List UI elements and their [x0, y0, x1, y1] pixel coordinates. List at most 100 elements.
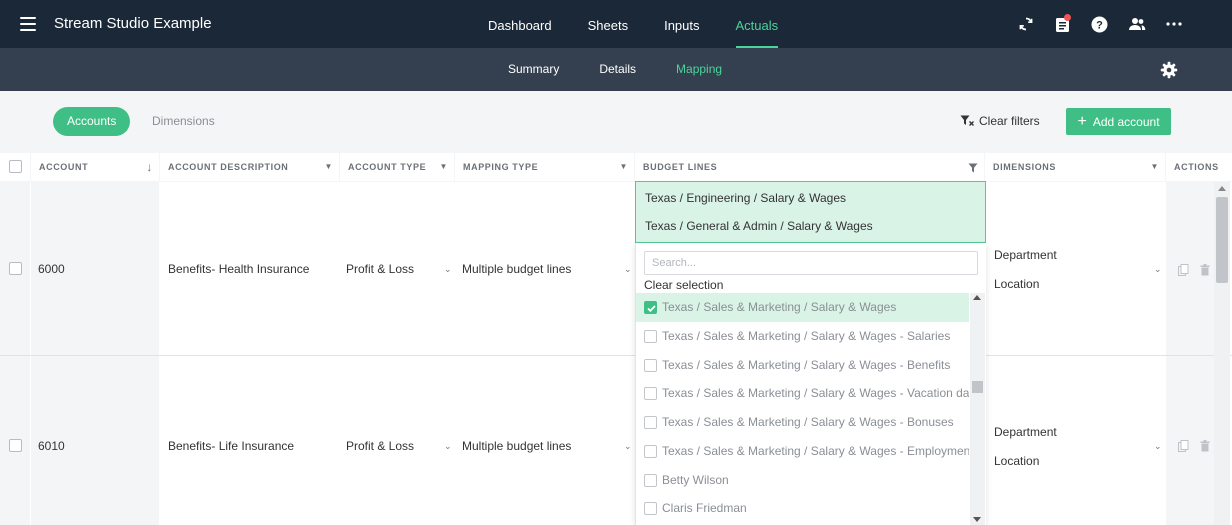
option-checkbox[interactable] — [644, 359, 657, 372]
account-type-select[interactable]: Profit & Loss — [346, 262, 414, 276]
chevron-down-icon[interactable]: ⌄ — [624, 441, 632, 452]
notes-icon[interactable] — [1044, 12, 1081, 36]
help-icon[interactable]: ? — [1081, 12, 1118, 36]
notification-badge — [1064, 14, 1071, 21]
copy-icon[interactable] — [1178, 440, 1189, 452]
row-checkbox[interactable] — [9, 439, 22, 452]
selected-budget-line: Texas / Engineering / Salary & Wages — [645, 191, 846, 205]
dropdown-scrollbar[interactable] — [970, 293, 985, 525]
users-icon[interactable] — [1118, 12, 1155, 36]
option-label: Texas / Sales & Marketing / Salary & Wag… — [662, 386, 969, 400]
clear-selection-link[interactable]: Clear selection — [644, 278, 723, 292]
table-row: 6010 Benefits- Life Insurance Profit & L… — [0, 356, 1232, 525]
nav-sheets[interactable]: Sheets — [570, 0, 646, 48]
budget-option[interactable]: Texas / Sales & Marketing / Salary & Wag… — [636, 408, 969, 437]
subnav-details[interactable]: Details — [579, 48, 656, 91]
hamburger-menu-icon[interactable] — [20, 17, 36, 31]
option-checkbox[interactable] — [644, 416, 657, 429]
budget-option[interactable]: Claris Friedman — [636, 494, 969, 523]
mapping-type-select[interactable]: Multiple budget lines — [462, 262, 571, 276]
budget-option[interactable]: Texas / Sales & Marketing / Salary & Wag… — [636, 379, 969, 408]
budget-option[interactable]: Texas / Sales & Marketing / Salary & Wag… — [636, 322, 969, 351]
budget-search-input[interactable] — [644, 251, 978, 275]
header-budget-lines[interactable]: BUDGET LINES — [635, 153, 984, 181]
option-label: Texas / Sales & Marketing / Salary & Wag… — [662, 415, 954, 429]
chevron-down-icon[interactable]: ▼ — [619, 153, 628, 181]
mapping-type-select[interactable]: Multiple budget lines — [462, 439, 571, 453]
chevron-down-icon[interactable]: ⌄ — [444, 441, 452, 452]
chevron-down-icon[interactable]: ⌄ — [1154, 264, 1162, 275]
budget-option[interactable]: Texas / Sales & Marketing / Salary & Wag… — [636, 351, 969, 380]
option-label: Claris Friedman — [662, 501, 747, 515]
scroll-up-arrow-icon[interactable] — [973, 295, 981, 300]
header-account-type[interactable]: ACCOUNT TYPE ▼ — [340, 153, 454, 181]
option-checkbox[interactable] — [644, 330, 657, 343]
option-checkbox[interactable] — [644, 387, 657, 400]
tab-dimensions[interactable]: Dimensions — [138, 107, 229, 136]
option-label: Texas / Sales & Marketing / Salary & Wag… — [662, 329, 951, 343]
sync-icon[interactable] — [1007, 12, 1044, 36]
chevron-down-icon[interactable]: ⌄ — [444, 264, 452, 275]
select-all-checkbox[interactable] — [9, 160, 22, 173]
dimension-location: Location — [994, 454, 1040, 468]
dimension-location: Location — [994, 277, 1040, 291]
chevron-down-icon[interactable]: ⌄ — [624, 264, 632, 275]
option-checkbox[interactable] — [644, 301, 657, 314]
header-select-cell — [0, 153, 30, 181]
chevron-down-icon[interactable]: ▼ — [439, 153, 448, 181]
add-account-button[interactable]: + Add account — [1066, 108, 1171, 135]
clear-filter-icon — [960, 115, 974, 126]
sort-arrow-icon[interactable]: ↓ — [146, 153, 153, 181]
gear-icon[interactable] — [1160, 61, 1178, 79]
more-icon[interactable] — [1155, 12, 1192, 36]
budget-option[interactable]: Texas / Sales & Marketing / Salary & Wag… — [636, 437, 969, 466]
selected-budget-line: Texas / General & Admin / Salary & Wages — [645, 219, 873, 233]
subnav-mapping[interactable]: Mapping — [656, 48, 742, 91]
main-nav: Dashboard Sheets Inputs Actuals — [470, 0, 796, 48]
chevron-down-icon[interactable]: ▼ — [1150, 153, 1159, 181]
header-account-label: ACCOUNT — [39, 162, 89, 172]
table-scrollbar[interactable] — [1214, 182, 1230, 525]
budget-options-list: Texas / Sales & Marketing / Salary & Wag… — [636, 293, 969, 525]
row-checkbox[interactable] — [9, 262, 22, 275]
nav-dashboard[interactable]: Dashboard — [470, 0, 570, 48]
top-icon-group: ? — [1007, 0, 1192, 48]
account-type-select[interactable]: Profit & Loss — [346, 439, 414, 453]
filter-icon[interactable] — [968, 154, 978, 182]
trash-icon[interactable] — [1200, 440, 1210, 452]
chevron-down-icon[interactable]: ⌄ — [1154, 441, 1162, 452]
budget-lines-selected[interactable]: Texas / Engineering / Salary & Wages Tex… — [635, 181, 986, 243]
header-account[interactable]: ACCOUNT ↓ — [31, 153, 159, 181]
trash-icon[interactable] — [1200, 264, 1210, 276]
header-actions: ACTIONS — [1166, 153, 1232, 181]
option-checkbox[interactable] — [644, 445, 657, 458]
header-mapping-type-label: MAPPING TYPE — [463, 162, 539, 172]
tab-accounts[interactable]: Accounts — [53, 107, 131, 136]
header-mapping-type[interactable]: MAPPING TYPE ▼ — [455, 153, 634, 181]
table-header: ACCOUNT ↓ ACCOUNT DESCRIPTION ▼ ACCOUNT … — [0, 153, 1232, 181]
sub-navigation-bar: Summary Details Mapping — [0, 48, 1232, 91]
nav-inputs[interactable]: Inputs — [646, 0, 717, 48]
top-navigation-bar: Stream Studio Example Dashboard Sheets I… — [0, 0, 1232, 48]
scroll-down-arrow-icon[interactable] — [973, 517, 981, 522]
scrollbar-thumb[interactable] — [972, 381, 983, 393]
header-dimensions[interactable]: DIMENSIONS ▼ — [985, 153, 1165, 181]
option-label: Texas / Sales & Marketing / Salary & Wag… — [662, 358, 951, 372]
scroll-up-arrow-icon[interactable] — [1218, 186, 1226, 191]
subnav-summary[interactable]: Summary — [488, 48, 579, 91]
budget-option[interactable]: Betty Wilson — [636, 466, 969, 495]
option-checkbox[interactable] — [644, 474, 657, 487]
header-description[interactable]: ACCOUNT DESCRIPTION ▼ — [160, 153, 339, 181]
dimension-department: Department — [994, 248, 1057, 262]
copy-icon[interactable] — [1178, 264, 1189, 276]
nav-actuals[interactable]: Actuals — [718, 0, 797, 48]
plus-icon: + — [1077, 112, 1087, 130]
scrollbar-thumb[interactable] — [1216, 197, 1228, 283]
chevron-down-icon[interactable]: ▼ — [324, 153, 333, 181]
account-number: 6010 — [38, 439, 65, 453]
option-checkbox[interactable] — [644, 502, 657, 515]
option-label: Texas / Sales & Marketing / Salary & Wag… — [662, 444, 969, 458]
header-budget-lines-label: BUDGET LINES — [643, 162, 718, 172]
budget-option[interactable]: Texas / Sales & Marketing / Salary & Wag… — [636, 293, 969, 322]
clear-filters-button[interactable]: Clear filters — [960, 114, 1040, 128]
